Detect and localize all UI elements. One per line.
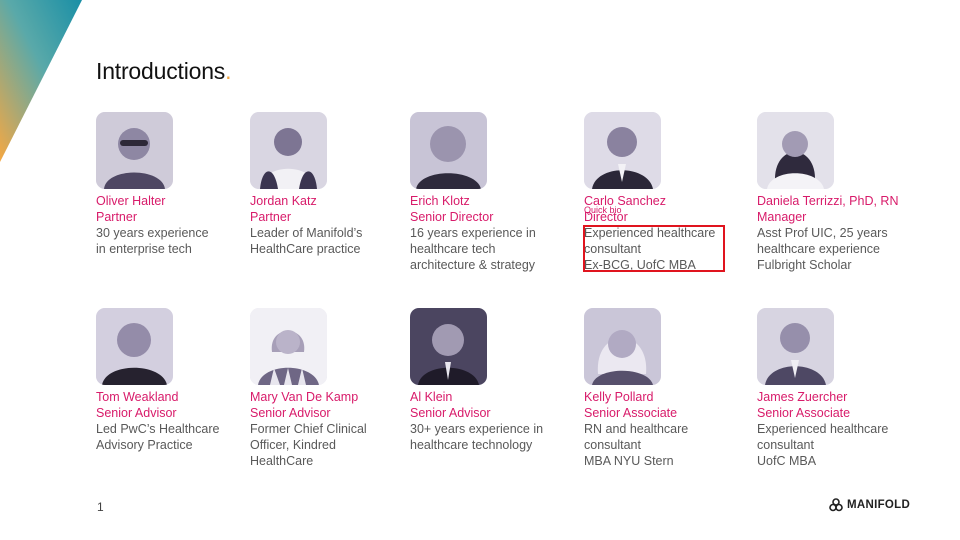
profile-photo xyxy=(410,112,487,189)
bio-line: HealthCare practice xyxy=(250,242,361,256)
bio-line: healthcare technology xyxy=(410,438,533,452)
member-role: Senior Advisor xyxy=(96,406,177,420)
manifold-logo: MANIFOLD xyxy=(829,498,910,512)
logo-text: MANIFOLD xyxy=(847,499,911,511)
quick-bio-highlight-box xyxy=(583,225,725,272)
profile-photo xyxy=(410,308,487,385)
member-bio: Leader of Manifold’s HealthCare practice xyxy=(250,225,420,257)
member-name: Oliver Halter xyxy=(96,194,166,208)
member-bio: 30 years experience in enterprise tech xyxy=(96,225,266,257)
manifold-logo-icon xyxy=(829,498,843,512)
bio-line: architecture & strategy xyxy=(410,258,536,272)
bio-line: healthcare tech xyxy=(410,242,496,256)
profile-photo xyxy=(584,308,661,385)
member-role: Senior Associate xyxy=(584,406,678,420)
title-text: Introductions xyxy=(96,58,226,84)
member-name: Tom Weakland xyxy=(96,390,179,404)
team-card: Oliver Halter Partner 30 years experienc… xyxy=(96,112,266,257)
member-bio: 30+ years experience in healthcare techn… xyxy=(410,421,580,453)
bio-line: in enterprise tech xyxy=(96,242,192,256)
bio-line: HealthCare xyxy=(250,454,314,468)
member-name: Daniela Terrizzi, PhD, RN xyxy=(757,194,899,208)
bio-line: 16 years experience in xyxy=(410,226,536,240)
team-card: Daniela Terrizzi, PhD, RN Manager Asst P… xyxy=(757,112,927,273)
bio-line: 30+ years experience in xyxy=(410,422,544,436)
bio-line: Led PwC’s Healthcare xyxy=(96,422,220,436)
member-name: Erich Klotz xyxy=(410,194,470,208)
member-role: Partner xyxy=(250,210,291,224)
bio-line: MBA NYU Stern xyxy=(584,454,674,468)
bio-line: Fulbright Scholar xyxy=(757,258,852,272)
team-card: Al Klein Senior Advisor 30+ years experi… xyxy=(410,308,580,453)
member-bio: Led PwC’s Healthcare Advisory Practice xyxy=(96,421,266,453)
team-card: Tom Weakland Senior Advisor Led PwC’s He… xyxy=(96,308,266,453)
member-role: Senior Advisor xyxy=(250,406,331,420)
member-role: Partner xyxy=(96,210,137,224)
bio-line: RN and healthcare xyxy=(584,422,689,436)
member-bio: RN and healthcare consultant MBA NYU Ste… xyxy=(584,421,754,469)
bio-line: healthcare experience xyxy=(757,242,880,256)
member-role: Senior Advisor xyxy=(410,406,491,420)
team-card: Jordan Katz Partner Leader of Manifold’s… xyxy=(250,112,420,257)
page-number: 1 xyxy=(97,500,104,514)
member-bio: Asst Prof UIC, 25 years healthcare exper… xyxy=(757,225,927,273)
bio-line: Advisory Practice xyxy=(96,438,193,452)
team-card: Erich Klotz Senior Director 16 years exp… xyxy=(410,112,580,273)
corner-accent-graphic xyxy=(0,0,82,162)
profile-photo xyxy=(250,308,327,385)
bio-line: Officer, Kindred xyxy=(250,438,336,452)
profile-photo xyxy=(96,112,173,189)
team-card: Mary Van De Kamp Senior Advisor Former C… xyxy=(250,308,420,469)
bio-line: Former Chief Clinical xyxy=(250,422,367,436)
member-name: Kelly Pollard xyxy=(584,390,654,404)
member-role: Senior Director xyxy=(410,210,494,224)
member-role: Senior Associate xyxy=(757,406,851,420)
title-dot: . xyxy=(225,58,232,84)
bio-line: Leader of Manifold’s xyxy=(250,226,363,240)
bio-line: consultant xyxy=(584,438,641,452)
bio-line: consultant xyxy=(757,438,814,452)
bio-line: Asst Prof UIC, 25 years xyxy=(757,226,888,240)
bio-line: UofC MBA xyxy=(757,454,817,468)
member-name: James Zuercher xyxy=(757,390,848,404)
member-bio: Former Chief Clinical Officer, Kindred H… xyxy=(250,421,420,469)
profile-photo xyxy=(757,112,834,189)
profile-photo xyxy=(96,308,173,385)
profile-photo xyxy=(757,308,834,385)
team-card: Kelly Pollard Senior Associate RN and he… xyxy=(584,308,754,469)
member-name: Mary Van De Kamp xyxy=(250,390,359,404)
bio-line: 30 years experience xyxy=(96,226,209,240)
quick-bio-label: Quick bio xyxy=(584,205,622,215)
team-card: James Zuercher Senior Associate Experien… xyxy=(757,308,927,469)
page-title: Introductions. xyxy=(96,58,232,85)
profile-photo xyxy=(250,112,327,189)
member-bio: 16 years experience in healthcare tech a… xyxy=(410,225,580,273)
member-name: Al Klein xyxy=(410,390,453,404)
member-bio: Experienced healthcare consultant UofC M… xyxy=(757,421,927,469)
member-name: Jordan Katz xyxy=(250,194,317,208)
profile-photo xyxy=(584,112,661,189)
bio-line: Experienced healthcare xyxy=(757,422,889,436)
member-role: Manager xyxy=(757,210,807,224)
